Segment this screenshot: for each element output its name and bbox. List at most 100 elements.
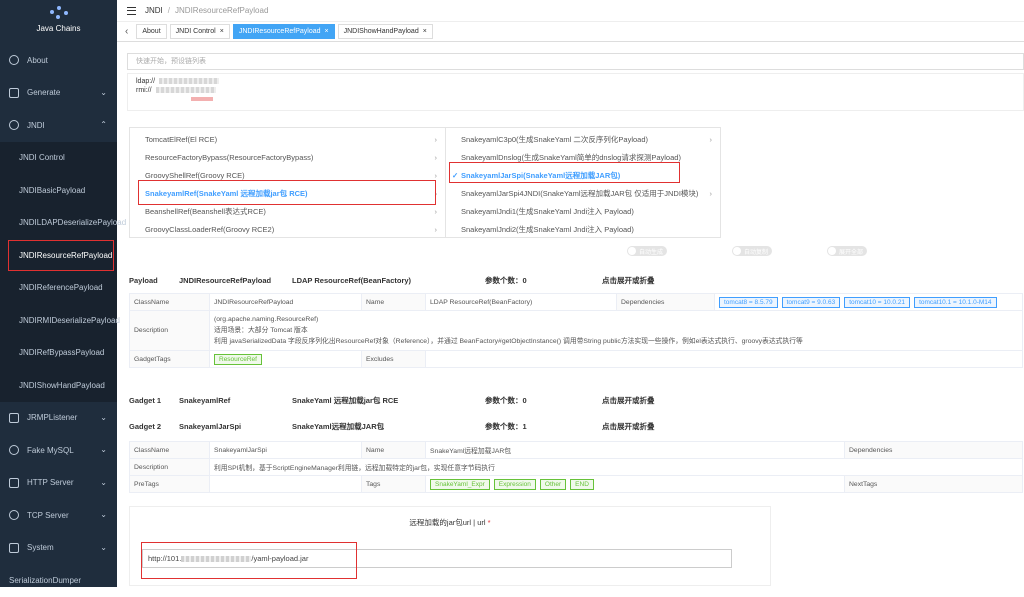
- sidebar-item-jndireferencepayload[interactable]: JNDIReferencePayload: [0, 271, 117, 304]
- cascader-option[interactable]: BeanshellRef(Beanshell表达式RCE) ›: [130, 202, 445, 220]
- sidebar-item-label: System: [27, 543, 54, 553]
- cascader-option[interactable]: SnakeyamlC3p0(生成SnakeYaml 二次反序列化Payload)…: [446, 130, 720, 148]
- topbar: JNDI / JNDIResourceRefPayload: [117, 0, 1024, 21]
- payload-gadgettags-key: GadgetTags: [129, 350, 210, 368]
- gadget2-param-form: 远程加载的jar包url | url * http://101./yaml-pa…: [129, 506, 771, 586]
- close-icon[interactable]: ×: [220, 28, 224, 35]
- sidebar-item-generate[interactable]: Generate ⌄: [0, 77, 117, 110]
- tab-jndi-control[interactable]: JNDI Control ×: [169, 24, 230, 39]
- sidebar-item-jrmplistener[interactable]: JRMPListener ⌄: [0, 402, 117, 435]
- sidebar-item-jndiresourcerefpayload[interactable]: JNDIResourceRefPayload: [0, 239, 117, 272]
- highlight-box: [141, 542, 357, 579]
- sidebar-item-jndi-control[interactable]: JNDI Control: [0, 141, 117, 174]
- payload-desc-value: (org.apache.naming.ResourceRef) 适用场景：大部分…: [209, 310, 1023, 351]
- sidebar-item-system[interactable]: System ⌄: [0, 532, 117, 565]
- gadget2-header[interactable]: Gadget 2 SnakeyamlJarSpi SnakeYaml远程加载JA…: [129, 419, 1024, 433]
- toggle-label: 展开全部: [839, 250, 864, 256]
- tab-jndiresourcerefpayload[interactable]: JNDIResourceRefPayload ×: [232, 24, 335, 39]
- cascader-option[interactable]: ResourceFactoryBypass(ResourceFactoryByp…: [130, 148, 445, 166]
- sidebar-item-label: Generate: [27, 88, 61, 98]
- tab-label: JNDI Control: [175, 28, 216, 35]
- jar-url-label-text: 远程加载的jar包url | url: [409, 518, 486, 527]
- highlight-box: [449, 162, 680, 183]
- sidebar-item-jndibasicpayload[interactable]: JNDIBasicPayload: [0, 174, 117, 207]
- cascader-column-gadget: SnakeyamlC3p0(生成SnakeYaml 二次反序列化Payload)…: [446, 128, 720, 237]
- chevron-left-icon[interactable]: ‹: [125, 26, 128, 37]
- expand-all-toggle[interactable]: 展开全部: [827, 246, 867, 256]
- auto-copy-toggle[interactable]: 自动复制: [732, 246, 772, 256]
- gadget2-params: 参数个数：1: [485, 421, 527, 431]
- gadget1-desc: SnakeYaml 远程加载jar包 RCE: [292, 395, 399, 405]
- payload-name-value: LDAP ResourceRef(BeanFactory): [425, 293, 617, 311]
- sidebar: Java Chains About Generate ⌄ JNDI ⌃ JNDI Cont…: [0, 0, 126, 587]
- chevron-down-icon: ⌄: [100, 477, 107, 487]
- close-icon[interactable]: ×: [423, 28, 427, 35]
- sidebar-item-serializationdumper[interactable]: SerializationDumper: [0, 564, 117, 597]
- gadget1-header[interactable]: Gadget 1 SnakeyamlRef SnakeYaml 远程加载jar包…: [129, 393, 1024, 407]
- payload-desc-key: Description: [129, 310, 210, 351]
- chevron-right-icon: ›: [434, 152, 438, 162]
- gadget-tag: ResourceRef: [214, 353, 262, 365]
- payload-header[interactable]: Payload JNDIResourceRefPayload LDAP Reso…: [129, 273, 1024, 287]
- payload-params: 参数个数：0: [485, 275, 527, 285]
- gadget2-classname-value: SnakeyamlJarSpi: [209, 441, 362, 459]
- auto-generate-toggle[interactable]: 自动生成: [627, 246, 667, 256]
- sidebar-item-fake-mysql[interactable]: Fake MySQL ⌄: [0, 434, 117, 467]
- tab-about[interactable]: About: [136, 24, 167, 39]
- gadget2-fold[interactable]: 点击展开或折叠: [602, 421, 655, 432]
- tab-jndishowhandpayload[interactable]: JNDIShowHandPayload ×: [337, 24, 433, 39]
- sidebar-item-jndildapdeserializepayload[interactable]: JNDILDAPDeserializePayload: [0, 206, 126, 239]
- breadcrumb-jndi[interactable]: JNDI: [145, 6, 163, 15]
- payload-excludes-key: Excludes: [361, 350, 426, 368]
- chevron-down-icon: ⌄: [100, 87, 107, 97]
- option-label: TomcatElRef(El RCE): [145, 134, 218, 144]
- option-label: SnakeyamlJndi1(生成SnakeYaml Jndi注入 Payloa…: [461, 206, 634, 216]
- highlight-box: [8, 240, 114, 271]
- dependency-tag: tomcat9 = 9.0.63: [781, 296, 841, 308]
- payload-deps-value: tomcat8 = 8.5.79 tomcat9 = 9.0.63 tomcat10…: [714, 293, 1023, 311]
- gadget1-fold[interactable]: 点击展开或折叠: [602, 395, 655, 406]
- option-label: ResourceFactoryBypass(ResourceFactoryByp…: [145, 152, 314, 162]
- gadget2-title: Gadget 2: [129, 421, 162, 431]
- cascader-option[interactable]: SnakeyamlJndi2(生成SnakeYaml Jndi注入 Payloa…: [446, 220, 720, 238]
- gadget-tag: END: [570, 478, 594, 490]
- gadget2-classname-key: ClassName: [129, 441, 210, 459]
- sidebar-item-label: JNDIReferencePayload: [19, 283, 103, 293]
- tcp-icon: [9, 510, 19, 521]
- cascader-option[interactable]: TomcatElRef(El RCE) ›: [130, 130, 445, 148]
- cascader-option[interactable]: SnakeyamlRef(SnakeYaml 远程加载jar包 RCE) ›: [130, 180, 445, 205]
- payload-gadgettags-value: ResourceRef: [209, 350, 362, 368]
- sidebar-item-about[interactable]: About: [0, 44, 117, 77]
- payload-desc: LDAP ResourceRef(BeanFactory): [292, 275, 412, 285]
- payload-classname-key: ClassName: [129, 293, 210, 311]
- redacted-text: [191, 97, 213, 101]
- chevron-down-icon: ⌄: [100, 412, 107, 422]
- rmi-url-prefix: rmi://: [136, 87, 152, 94]
- gadget2-tags-value: SnakeYaml_Expr Expression Other END: [425, 475, 845, 493]
- sidebar-item-tcp-server[interactable]: TCP Server ⌄: [0, 499, 117, 532]
- payload-fold[interactable]: 点击展开或折叠: [602, 275, 655, 286]
- sidebar-item-jndirmideserializepayload[interactable]: JNDIRMIDeserializePayload: [0, 304, 120, 337]
- gadget2-nexttags-key: NextTags: [844, 475, 1023, 493]
- chain-search-input[interactable]: 快速开始，预设链列表: [127, 53, 1024, 70]
- cascader-option[interactable]: ✓ SnakeyamlJarSpi(SnakeYaml远程加载JAR包): [446, 162, 720, 184]
- sidebar-item-jndirefbypasspayload[interactable]: JNDIRefBypassPayload: [0, 336, 117, 369]
- cascader-column-payload: TomcatElRef(El RCE) › ResourceFactoryBypas…: [130, 128, 446, 237]
- gear-icon: [9, 542, 19, 553]
- redacted-text: [159, 78, 220, 85]
- generated-urls-output[interactable]: ldap:// rmi://: [127, 73, 1024, 111]
- sidebar-item-jndishowhandpayload[interactable]: JNDIShowHandPayload: [0, 369, 117, 402]
- info-icon: [9, 55, 19, 66]
- sidebar-item-jndi[interactable]: JNDI ⌃: [0, 109, 117, 142]
- chevron-right-icon: ›: [709, 134, 713, 144]
- cascader-option[interactable]: SnakeyamlJarSpi4JNDI(SnakeYaml远程加载JAR包 仅…: [446, 184, 720, 202]
- close-icon[interactable]: ×: [325, 28, 329, 35]
- gadget-tag: Other: [539, 478, 567, 490]
- sidebar-item-label: HTTP Server: [27, 478, 74, 488]
- hamburger-menu-icon[interactable]: [127, 6, 136, 15]
- sidebar-item-http-server[interactable]: HTTP Server ⌄: [0, 467, 117, 500]
- chevron-right-icon: ›: [434, 224, 438, 234]
- chevron-down-icon: ⌄: [100, 542, 107, 552]
- cascader-option[interactable]: SnakeyamlJndi1(生成SnakeYaml Jndi注入 Payloa…: [446, 202, 720, 220]
- cascader-option[interactable]: GroovyClassLoaderRef(Groovy RCE2) ›: [130, 220, 445, 238]
